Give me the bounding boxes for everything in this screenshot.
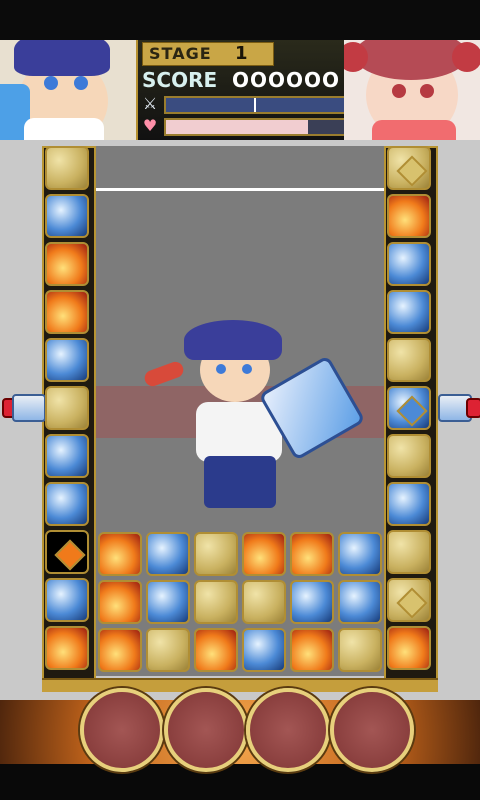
status-panel: STAGE 1 SCORE OOOOOO ⚔ ♥ <box>136 40 348 140</box>
water-tile <box>45 434 89 478</box>
fire-tile <box>45 242 89 286</box>
heart-meter <box>164 118 346 136</box>
player-character <box>142 310 366 530</box>
fire-tile <box>242 532 286 576</box>
stage-label: STAGE <box>149 44 212 63</box>
limit-line <box>96 188 384 191</box>
fire-tile <box>387 194 431 238</box>
water-tile <box>45 194 89 238</box>
rock-tile <box>146 628 190 672</box>
rock-tile <box>387 146 431 190</box>
rock-tile <box>387 434 431 478</box>
sword-meter <box>164 96 346 114</box>
fire-tile <box>290 628 334 672</box>
fire-tile <box>98 532 142 576</box>
hud: STAGE 1 SCORE OOOOOO ⚔ ♥ <box>0 0 480 140</box>
fire-tile <box>194 628 238 672</box>
rock-tile <box>387 578 431 622</box>
action-slot-4[interactable] <box>330 688 414 772</box>
opponent-portrait <box>344 40 480 140</box>
rock-gem-icon <box>396 155 428 187</box>
score-value: OOOOOO <box>232 68 341 92</box>
rock-tile <box>45 146 89 190</box>
water-tile <box>338 580 382 624</box>
water-tile <box>146 580 190 624</box>
rock-tile <box>45 386 89 430</box>
water-tile <box>290 580 334 624</box>
rock-tile <box>338 628 382 672</box>
left-cannon-icon <box>0 388 46 426</box>
water-tile <box>387 386 431 430</box>
fire-tile <box>45 290 89 334</box>
water-tile <box>387 242 431 286</box>
action-slot-1[interactable] <box>80 688 164 772</box>
fire-tile <box>387 626 431 670</box>
heart-icon: ♥ <box>142 116 158 135</box>
action-slot-2[interactable] <box>164 688 248 772</box>
water-tile <box>338 532 382 576</box>
rock-tile <box>387 338 431 382</box>
fire-gem-icon <box>54 539 86 571</box>
rock-tile <box>194 580 238 624</box>
water-tile <box>387 290 431 334</box>
fire-tile <box>98 580 142 624</box>
rock-tile <box>242 580 286 624</box>
fire-tile <box>290 532 334 576</box>
sword-meter-marker <box>254 98 256 112</box>
stage-value: 1 <box>235 43 248 64</box>
action-bar <box>0 688 480 800</box>
water-tile <box>45 482 89 526</box>
rock-tile <box>387 530 431 574</box>
player-portrait <box>0 40 136 140</box>
right-cannon-icon <box>438 388 480 426</box>
water-tile <box>45 338 89 382</box>
action-slot-3[interactable] <box>246 688 330 772</box>
rock-gem-icon <box>396 587 428 619</box>
fire-tile <box>45 626 89 670</box>
score-label: SCORE <box>142 68 218 92</box>
water-tile <box>242 628 286 672</box>
score-box: SCORE OOOOOO <box>140 68 344 92</box>
stage-box: STAGE 1 <box>142 42 274 66</box>
water-tile <box>387 482 431 526</box>
fire-tile <box>98 628 142 672</box>
heart-meter-fill <box>166 120 309 134</box>
water-gem-icon <box>396 395 428 427</box>
fire-tile <box>45 530 89 574</box>
rock-tile <box>194 532 238 576</box>
sword-icon: ⚔ <box>142 94 158 113</box>
water-tile <box>45 578 89 622</box>
water-tile <box>146 532 190 576</box>
